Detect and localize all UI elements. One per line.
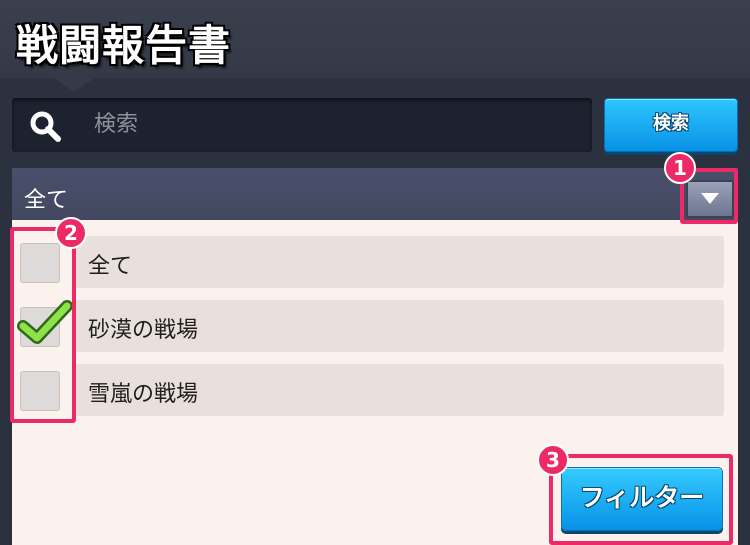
- search-input[interactable]: [92, 106, 576, 142]
- filter-option-all[interactable]: 全て: [74, 236, 724, 288]
- filter-option-label: 雪嵐の戦場: [88, 382, 199, 407]
- highlight-checkboxes: [10, 227, 76, 423]
- annotation-marker-2: 2: [55, 217, 87, 249]
- highlight-filter-button: [549, 454, 733, 545]
- header-bar: 戦闘報告書: [0, 0, 750, 78]
- page-title: 戦闘報告書: [16, 21, 232, 70]
- search-box[interactable]: [12, 98, 592, 152]
- annotation-marker-1: 1: [664, 152, 696, 184]
- annotation-marker-3: 3: [537, 444, 569, 476]
- filter-option-desert-battlefield[interactable]: 砂漠の戦場: [74, 300, 724, 352]
- category-dropdown[interactable]: 全て: [12, 168, 738, 220]
- search-icon: [30, 111, 61, 142]
- filter-option-snowstorm-battlefield[interactable]: 雪嵐の戦場: [74, 364, 724, 416]
- header-notch: [54, 78, 94, 92]
- filter-option-label: 全て: [88, 254, 133, 279]
- dropdown-selected-value: 全て: [24, 188, 69, 213]
- filter-option-label: 砂漠の戦場: [88, 318, 199, 343]
- search-button[interactable]: 検索: [604, 98, 738, 152]
